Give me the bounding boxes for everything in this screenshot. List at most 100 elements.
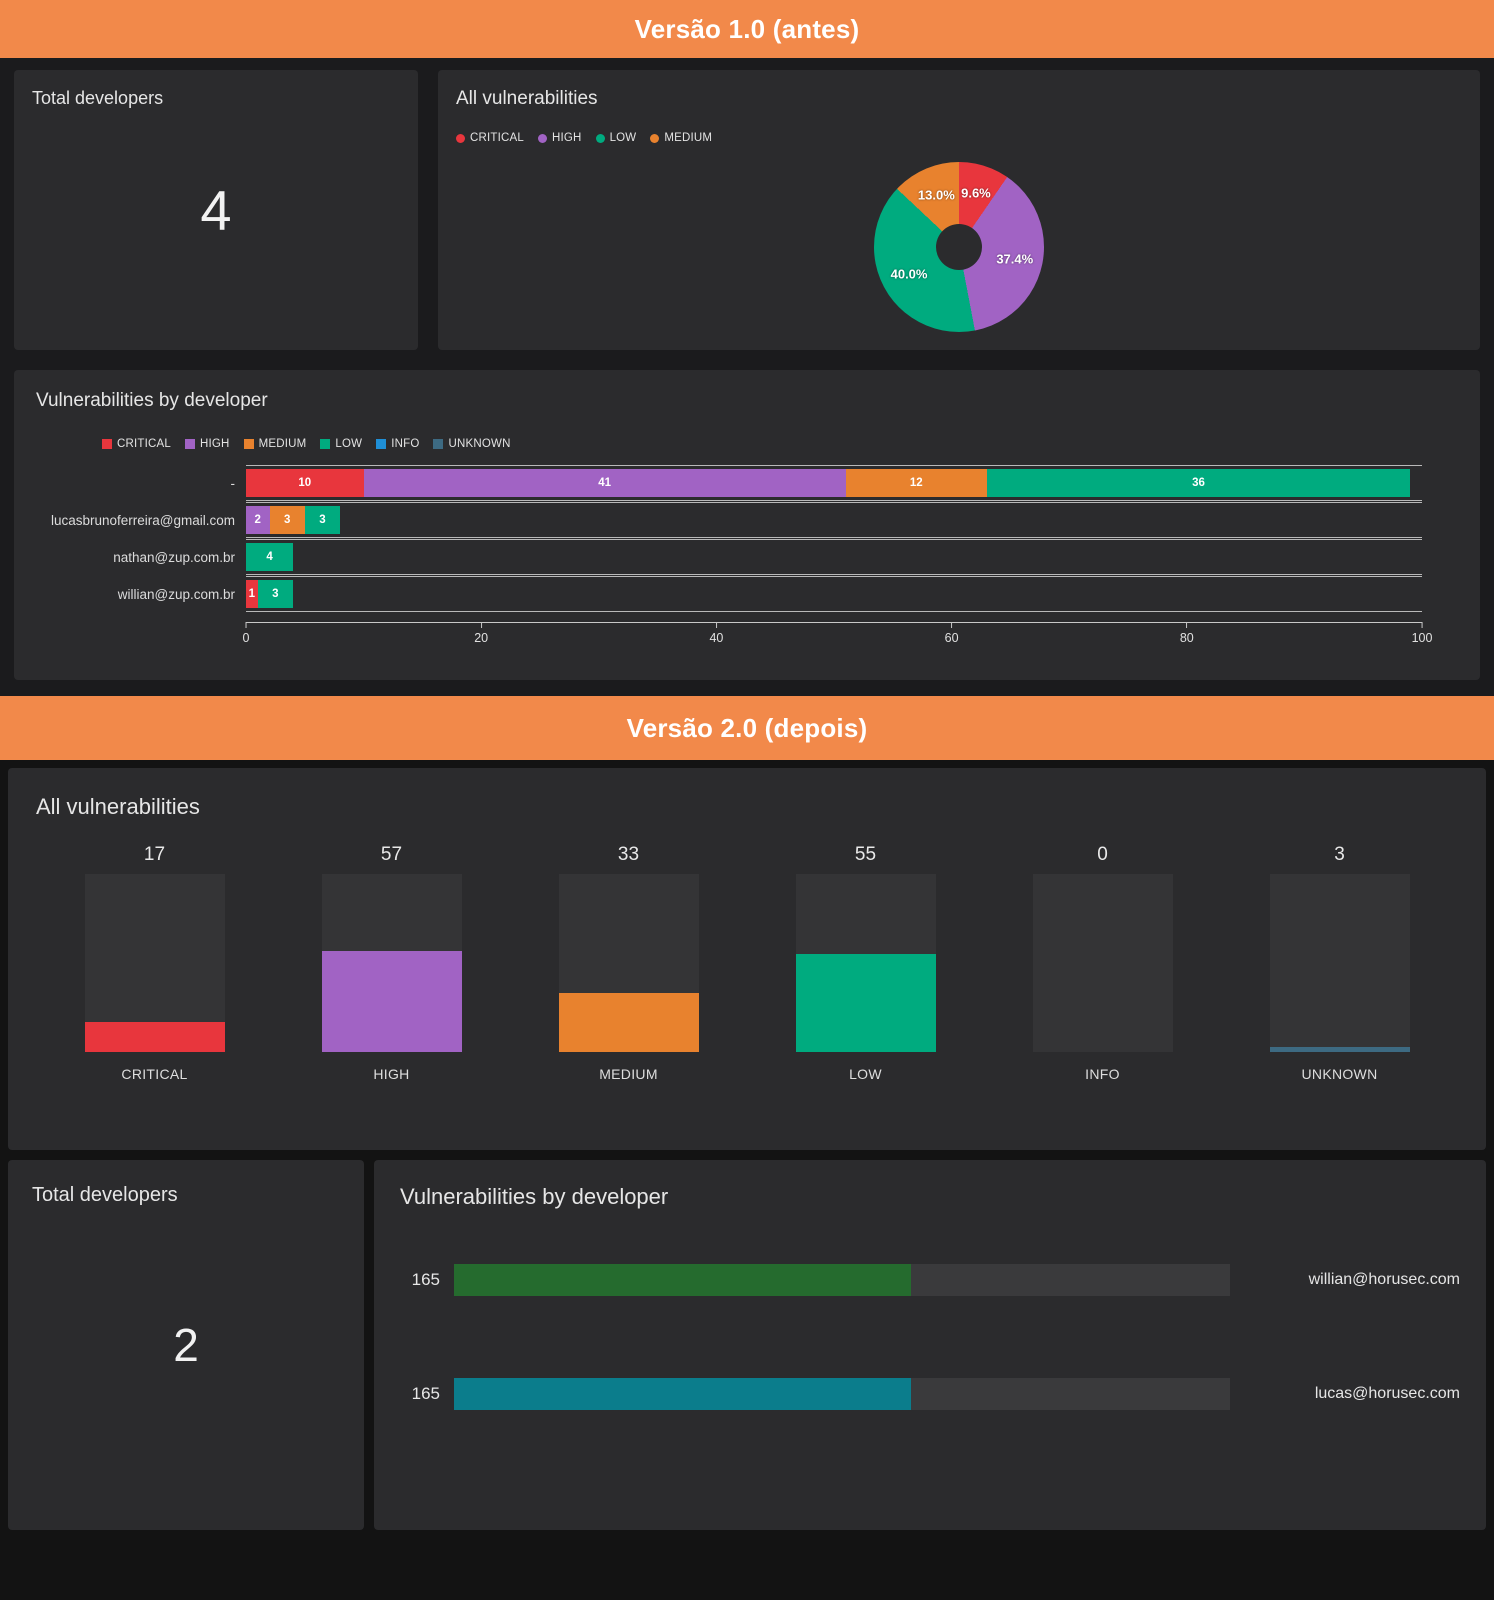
v1-total-developers-card: Total developers 4 [14, 70, 418, 350]
axis-tick-0: 0 [242, 622, 250, 645]
vbar-label-critical: CRITICAL [121, 1066, 188, 1082]
v2-bottom-row: Total developers 2 Vulnerabilities by de… [8, 1160, 1486, 1530]
list-item: 165 lucas@horusec.com [400, 1378, 1460, 1410]
v2-all-vulnerabilities-title: All vulnerabilities [36, 794, 200, 819]
high-swatch-icon [185, 439, 195, 449]
legend-label: UNKNOWN [448, 438, 511, 450]
bar-segment-low[interactable]: 4 [246, 543, 294, 571]
legend-label: CRITICAL [470, 132, 524, 144]
medium-swatch-icon [650, 133, 660, 143]
v1-by-developer-x-axis: 0 20 40 60 80 100 [242, 622, 1432, 656]
bar-segments: 4 [246, 543, 1422, 571]
legend-item-low: LOW [595, 132, 637, 144]
v1-all-vulnerabilities-title: All vulnerabilities [456, 88, 598, 109]
vbar-column-info: 0 INFO [984, 844, 1221, 1082]
v1-total-developers-value: 4 [200, 178, 232, 242]
legend-label: MEDIUM [664, 132, 713, 144]
bar-segment-critical[interactable]: 10 [246, 469, 364, 497]
bar-segments: 13 [246, 580, 1422, 608]
axis-tick-label: 0 [242, 631, 250, 645]
bar-segments: 233 [246, 506, 1422, 534]
unknown-swatch-icon [433, 439, 444, 449]
v1-vulnerabilities-by-developer-card: Vulnerabilities by developer CRITICAL HIG… [14, 370, 1480, 680]
bar-segments: 10 41 12 36 [246, 469, 1422, 497]
low-swatch-icon [595, 133, 605, 143]
legend-label: LOW [335, 438, 363, 450]
developer-bar-fill [454, 1264, 912, 1296]
vbar-track-medium[interactable] [558, 874, 699, 1052]
donut-slice-label-high: 37.4% [996, 251, 1034, 267]
vbar-track-high[interactable] [321, 874, 462, 1052]
vbar-column-unknown: 3 UNKNOWN [1221, 844, 1458, 1082]
vbar-track-critical[interactable] [84, 874, 225, 1052]
legend-item-medium: MEDIUM [243, 438, 307, 450]
version-2-banner: Versão 2.0 (depois) [0, 696, 1494, 760]
version-1-banner: Versão 1.0 (antes) [0, 0, 1494, 58]
bar-segment-low[interactable]: 3 [257, 580, 294, 608]
v1-by-developer-plot: -10 41 12 36 lucasbrunoferreira@gmail.com 2 3 3… [36, 465, 1422, 640]
bar-segment-low[interactable]: 3 [304, 506, 341, 534]
axis-tick-label: 100 [1411, 631, 1433, 645]
v2-all-vulnerabilities-bars: 17 CRITICAL 57 HIGH 33 MEDIUM 55 LOW 0 INFO 3 UNKNO… [36, 844, 1458, 1082]
legend-label: INFO [391, 438, 420, 450]
bar-segment-critical[interactable]: 1 [246, 580, 258, 608]
vbar-label-high: HIGH [373, 1066, 410, 1082]
v1-total-developers-title: Total developers [32, 88, 164, 108]
vbar-track-unknown[interactable] [1269, 874, 1410, 1052]
vbar-value-low: 55 [854, 844, 877, 865]
bar-segment-medium[interactable]: 12 [845, 469, 987, 497]
developer-vulnerability-count: 165 [411, 1270, 440, 1289]
vbar-fill-high [321, 950, 462, 1052]
axis-tick-label: 60 [944, 631, 959, 645]
list-item: 165 willian@horusec.com [400, 1264, 1460, 1296]
axis-line [246, 622, 1422, 623]
dashboard-comparison-page: Versão 1.0 (antes) Total developers 4 Al… [0, 0, 1494, 1600]
legend-item-medium: MEDIUM [650, 132, 712, 144]
legend-item-high: HIGH [538, 132, 582, 144]
vbar-value-info: 0 [1097, 844, 1108, 865]
table-row: willian@zup.com.br 1 3 [36, 576, 1422, 612]
donut-slice-label-low: 40.0% [890, 266, 928, 282]
vbar-label-low: LOW [849, 1066, 882, 1082]
v2-all-vulnerabilities-card: All vulnerabilities 17 CRITICAL 57 HIGH 33 ME… [8, 768, 1486, 1150]
axis-tick-20: 20 [474, 622, 488, 645]
legend-label: MEDIUM [258, 438, 307, 450]
bar-segment-high[interactable]: 2 [246, 506, 270, 534]
legend-item-critical: CRITICAL [102, 438, 171, 450]
legend-item-high: HIGH [185, 438, 230, 450]
v2-total-developers-value: 2 [173, 1319, 199, 1371]
vbar-label-unknown: UNKNOWN [1301, 1066, 1378, 1082]
v1-all-vulnerabilities-card: All vulnerabilities CRITICAL HIGH LOW MEDIU… [438, 70, 1480, 350]
medium-swatch-icon [243, 439, 254, 449]
bar-segment-high[interactable]: 41 [363, 469, 846, 497]
bar-track: 233 [246, 502, 1422, 538]
bar-segment-low[interactable]: 36 [986, 469, 1411, 497]
developer-bar-track[interactable] [454, 1264, 1230, 1296]
vbar-fill-low [795, 954, 936, 1052]
legend-item-info: INFO [376, 438, 419, 450]
developer-label: lucasbrunoferreira@gmail.com [50, 512, 235, 528]
vbar-column-low: 55 LOW [747, 844, 984, 1082]
axis-tick-label: 20 [474, 631, 489, 645]
low-swatch-icon [320, 439, 331, 449]
table-row: lucasbrunoferreira@gmail.com 2 3 3 [36, 502, 1422, 538]
legend-label: CRITICAL [117, 438, 171, 450]
developer-label: nathan@zup.com.br [113, 549, 235, 565]
donut-ring [874, 162, 1044, 332]
vbar-column-high: 57 HIGH [273, 844, 510, 1082]
developer-bar-track[interactable] [454, 1378, 1230, 1410]
version-1-dashboard: Total developers 4 All vulnerabilities C… [0, 58, 1494, 696]
vbar-fill-critical [84, 1021, 225, 1052]
vbar-value-high: 57 [380, 844, 403, 865]
high-swatch-icon [538, 133, 547, 143]
vbar-track-info[interactable] [1032, 874, 1173, 1052]
bar-segment-medium[interactable]: 3 [269, 506, 305, 534]
vbar-label-info: INFO [1085, 1066, 1120, 1082]
donut-slice-label-medium: 13.0% [917, 187, 955, 203]
legend-label: HIGH [200, 438, 230, 450]
developer-email: willian@horusec.com [1308, 1271, 1460, 1288]
info-swatch-icon [376, 439, 387, 449]
donut-slice-label-critical: 9.6% [961, 185, 991, 201]
bar-track: 13 [246, 576, 1422, 612]
vbar-track-low[interactable] [795, 874, 936, 1052]
